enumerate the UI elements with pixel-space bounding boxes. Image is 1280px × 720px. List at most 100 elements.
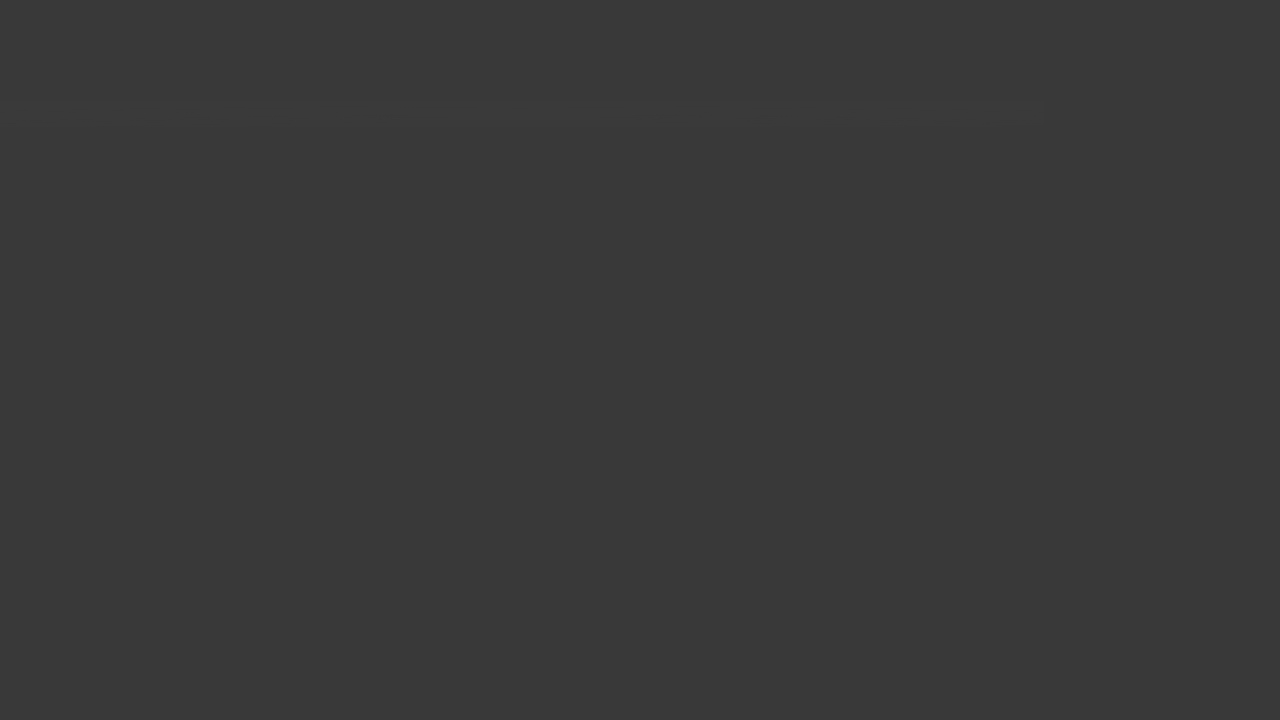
ptab-object[interactable]: ▦ <box>1045 330 1071 356</box>
collection-icon: ▣ <box>1062 30 1076 44</box>
mesh-icon: ▽ <box>1086 102 1100 116</box>
ptab-physics[interactable]: ⬤ <box>1045 408 1071 434</box>
method-simple[interactable]: S <box>1177 315 1268 333</box>
modifier-show-editmode[interactable]: ▤ <box>1227 262 1245 280</box>
options-label: Options: <box>1177 337 1268 355</box>
modifier-subsurf: ▾ ◯ Subd 📷 🖵 ▤ ▽ Apply mull-Clark S ubdi… <box>1077 258 1274 426</box>
ptab-material[interactable]: ◉ <box>1045 486 1071 512</box>
xray-toggle[interactable]: ▣ <box>858 6 878 26</box>
gizmo-dropdown[interactable]: ✥▾ <box>727 6 757 26</box>
modifier-show-viewport[interactable]: 🖵 <box>1205 262 1223 280</box>
tree-item-cylinder[interactable]: ▸▽ Cylinder 🔧▽ <box>1045 100 1280 118</box>
overlays-dropdown[interactable]: Overlays▾ <box>785 6 855 26</box>
outliner-tree: ▣ Scene Collection ▾▣ Collection ✔🖵 ▸📷 C… <box>1045 24 1280 199</box>
gizmo-icon: ✥ <box>734 10 743 23</box>
modifier-show-cage[interactable]: ▽ <box>1249 262 1267 280</box>
properties-header: 📌▾ Cylinder <box>1071 200 1280 224</box>
method-catmull-clark[interactable]: mull-Clark <box>1084 315 1175 333</box>
gizmo-axis-z[interactable]: Z <box>986 38 1006 58</box>
shading-label: Shading <box>977 10 1022 23</box>
tree-collection[interactable]: ▾▣ Collection ✔🖵 <box>1045 46 1280 64</box>
gizmo-axis-neg-z[interactable] <box>986 94 1006 114</box>
orientation-dropdown[interactable]: ✥ Global ▾ <box>180 6 248 26</box>
modifier-name-field[interactable]: Subd <box>1114 262 1179 280</box>
hide-icon[interactable]: 👁 <box>1263 68 1276 79</box>
subdivisions-label: ubdivi ons: <box>1084 337 1175 355</box>
snap-toggle[interactable]: 🧲 <box>287 6 307 26</box>
shading-matpreview[interactable] <box>926 7 944 25</box>
ptab-output[interactable]: 🖨 <box>1045 226 1071 252</box>
outliner-mode-dropdown[interactable]: ▾ <box>1049 2 1072 22</box>
shading-wireframe[interactable] <box>882 7 900 25</box>
ptab-world[interactable]: 🌐 <box>1045 304 1071 330</box>
gizmo-axis-neg-y[interactable] <box>958 80 978 100</box>
ptab-viewlayer[interactable]: 🖼 <box>1045 252 1071 278</box>
falloff-icon: ∩ <box>377 10 385 23</box>
optimal-display-check[interactable]: Optim <box>1174 381 1268 399</box>
outliner: ▾ ▥▾ 🔍 ▣ Scene Collection ▾▣ Collection … <box>1045 0 1280 200</box>
ptab-render[interactable]: ⚙ <box>1045 200 1071 226</box>
light-icon: 💡 <box>1086 120 1100 134</box>
object-icon <box>1100 202 1120 222</box>
tree-label: Cylinder <box>1103 103 1250 116</box>
outliner-search[interactable]: 🔍 <box>1103 3 1276 21</box>
add-modifier-label: Add Modifier <box>1085 235 1154 248</box>
ptab-constraints[interactable]: 🔗 <box>1045 434 1071 460</box>
active-object-label: Cylinder <box>1123 205 1169 218</box>
overlays-label: Overlays <box>792 10 841 23</box>
pivot-icon: ⊙ <box>259 10 268 23</box>
tree-item-light[interactable]: ▸💡 Light ⊙ <box>1045 118 1280 136</box>
tree-scene-collection[interactable]: ▣ Scene Collection <box>1045 28 1280 46</box>
render-subdiv-field[interactable]: ◂3▸ <box>1084 381 1172 399</box>
persp-ortho-button[interactable]: 🔍 <box>914 40 940 66</box>
search-icon: 🔍 <box>1108 5 1122 18</box>
camera-view-button[interactable]: 🎥 <box>854 40 880 66</box>
properties-body: 📌▾ Cylinder Add Modifier ▾ ◯ Subd 📷 🖵 ▤ … <box>1071 200 1280 720</box>
outliner-search-input[interactable] <box>1126 5 1271 18</box>
collection-icon: ▣ <box>1070 48 1084 62</box>
snap-increment-icon: ▥ <box>318 10 328 23</box>
subsurf-icon: ◯ <box>1098 265 1110 278</box>
orientation-label: Global <box>199 10 234 23</box>
ptab-texture[interactable]: ▩ <box>1045 512 1071 538</box>
pin-icon[interactable]: 📌▾ <box>1077 202 1097 222</box>
pivot-dropdown[interactable]: ⊙▾ <box>252 6 282 26</box>
navigation-gizmo[interactable]: Z Y X <box>958 38 1034 114</box>
proportional-falloff-dropdown[interactable]: ∩▾ <box>370 6 399 26</box>
viewport-navbuttons: ⊕ 🎥 ✋ 🔍 <box>824 40 940 66</box>
add-modifier-button[interactable]: Add Modifier <box>1077 230 1274 252</box>
shading-dropdown[interactable]: Shading▾ <box>970 6 1036 26</box>
zoom-button[interactable]: ⊕ <box>824 40 850 66</box>
viewport-3d[interactable]: Blender 3D Modeling ✥ Global ▾ ⊙▾ 🧲 ▥▾ ◯… <box>0 0 1044 720</box>
modifier-apply-button[interactable]: Apply <box>1084 289 1267 309</box>
axes-icon: ✥ <box>187 10 196 23</box>
modifier-show-render[interactable]: 📷 <box>1183 262 1201 280</box>
tree-label: Light <box>1103 121 1265 134</box>
chevron-down-icon[interactable]: ▾ <box>1084 267 1094 276</box>
object-types-dropdown[interactable]: ▤▾ <box>691 6 722 26</box>
pan-button[interactable]: ✋ <box>884 40 910 66</box>
gizmo-axis-y[interactable]: Y <box>1016 60 1036 80</box>
tree-label: Collection <box>1087 49 1252 62</box>
viewport-subdiv-field[interactable]: ◂Vie3▸ <box>1084 359 1172 377</box>
tree-item-cube[interactable]: ▸▽ Cube 🔧▽ <box>1045 82 1280 100</box>
ptab-mesh[interactable]: ▽ <box>1045 460 1071 486</box>
shading-solid[interactable] <box>904 7 922 25</box>
tree-item-camera[interactable]: ▸📷 Camera 👁 <box>1045 64 1280 82</box>
right-panel: ▾ ▥▾ 🔍 ▣ Scene Collection ▾▣ Collection … <box>1044 0 1280 720</box>
ptab-modifiers[interactable]: 🔧 <box>1045 356 1071 382</box>
ptab-particles[interactable]: ✨ <box>1045 382 1071 408</box>
overlay-title-line2: 3D Modeling <box>410 300 1044 502</box>
filter-icon: ▤ <box>698 10 708 23</box>
properties-panel: ⚙ 🖨 🖼 🎬 🌐 ▦ 🔧 ✨ ⬤ 🔗 ▽ ◉ ▩ 📌▾ Cylinder Ad… <box>1045 200 1280 720</box>
quality-field[interactable]: ◂3▸ <box>1084 403 1175 421</box>
cursor-3d <box>285 105 313 133</box>
proportional-edit-toggle[interactable]: ◯ <box>346 6 366 26</box>
ptab-scene[interactable]: 🎬 <box>1045 278 1071 304</box>
outliner-display-dropdown[interactable]: ▥▾ <box>1076 2 1099 22</box>
overlays-toggle[interactable]: ◐ <box>761 6 781 26</box>
viewport-header-left: ✥ Global ▾ ⊙▾ 🧲 ▥▾ ◯ ∩▾ <box>180 4 399 28</box>
snap-dropdown[interactable]: ▥▾ <box>311 6 342 26</box>
viewport-header-right: ▤▾ ✥▾ ◐ Overlays▾ ▣ Shading▾ <box>691 4 1036 28</box>
shading-rendered[interactable] <box>948 7 966 25</box>
